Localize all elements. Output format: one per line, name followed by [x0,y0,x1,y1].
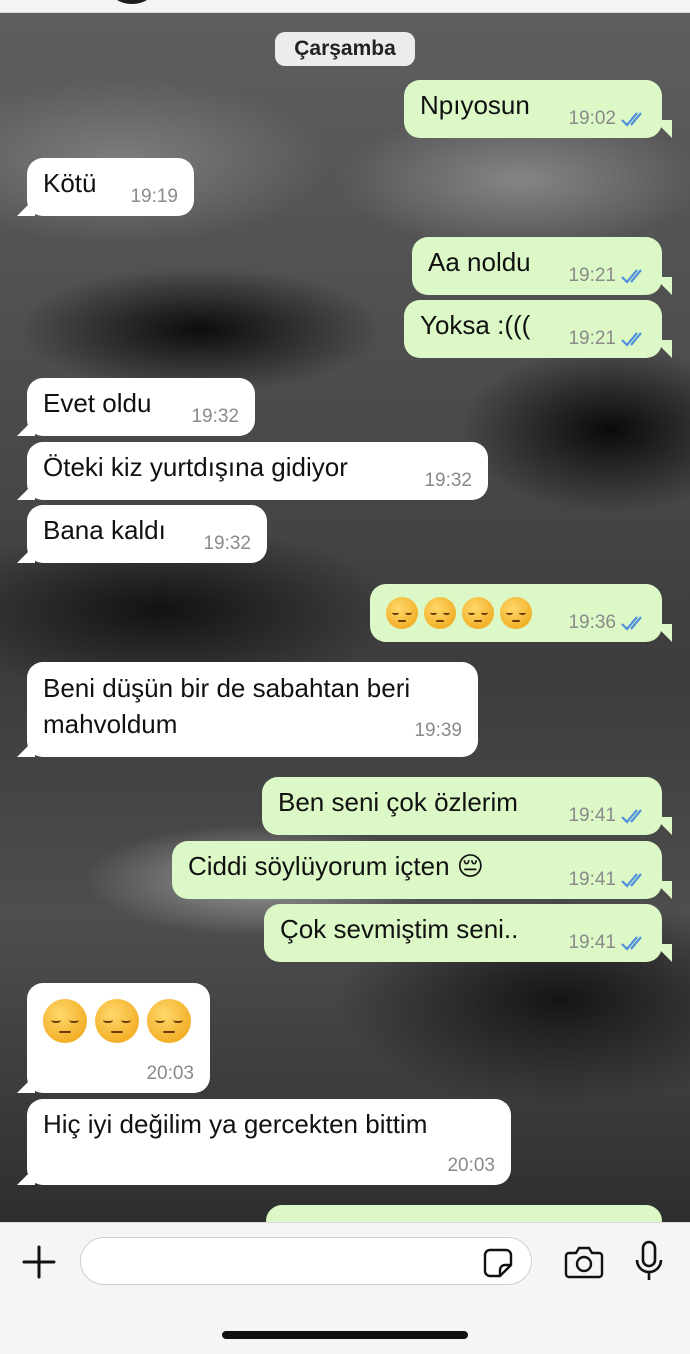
message-time: 19:32 [203,533,251,554]
message-time: 19:32 [191,406,239,427]
pensive-face-emoji [462,597,494,630]
chat-area: Çarşamba Npıyosun 19:02 Kötü 19:19 Aa no… [0,0,690,1222]
message-bubble-incoming[interactable]: Kötü 19:19 [17,158,194,216]
sticker-icon[interactable] [482,1247,514,1279]
plus-icon[interactable] [20,1243,58,1281]
message-bubble-outgoing[interactable]: Yoksa :((( 19:21 [404,300,672,358]
message-bubble-incoming[interactable]: Öteki kiz yurtdışına gidiyor 19:32 [17,442,488,500]
message-time: 19:41 [568,805,616,826]
read-receipt-icon [620,110,648,128]
message-time: 19:21 [568,265,616,286]
message-text: Öteki kiz yurtdışına gidiyor [43,452,348,482]
read-receipt-icon [620,614,648,632]
message-bubble-outgoing-partial[interactable] [266,1205,662,1222]
message-bubble-incoming[interactable]: Evet oldu 19:32 [17,378,255,436]
message-emoji-row [43,999,194,1043]
message-bubble-outgoing[interactable]: Ben seni çok özlerim 19:41 [262,777,672,835]
message-time: 19:21 [568,328,616,349]
message-text-line-2: mahvoldum [43,709,178,739]
message-time: 19:36 [568,612,616,633]
message-time: 19:02 [568,108,616,129]
message-time: 19:39 [414,720,462,741]
read-receipt-icon [620,934,648,952]
microphone-icon[interactable] [632,1239,666,1283]
composer-bar [0,1222,690,1354]
pensive-face-emoji [500,597,532,630]
message-text-line-1: Beni düşün bir de sabahtan beri [43,673,411,703]
top-bar-avatar-edge [110,0,154,4]
read-receipt-icon [620,330,648,348]
message-bubble-outgoing[interactable]: 19:36 [370,584,672,642]
message-time: 19:41 [568,869,616,890]
message-bubble-outgoing[interactable]: Ciddi söylüyorum içten 😔 19:41 [172,841,672,899]
message-bubble-incoming[interactable]: Bana kaldı 19:32 [17,505,267,563]
message-bubble-incoming[interactable]: Beni düşün bir de sabahtan beri mahvoldu… [17,662,478,757]
message-text: Hiç iyi değilim ya gercekten bittim [43,1109,428,1139]
camera-icon[interactable] [563,1243,605,1281]
pensive-face-emoji [147,999,191,1043]
message-time: 19:32 [424,470,472,491]
date-separator: Çarşamba [275,32,415,66]
top-bar [0,0,690,13]
message-bubble-incoming[interactable]: 20:03 [17,983,210,1093]
message-bubble-outgoing[interactable]: Çok sevmiştim seni.. 19:41 [264,904,672,962]
pensive-face-emoji [43,999,87,1043]
message-time: 20:03 [447,1155,495,1176]
message-bubble-outgoing[interactable]: Npıyosun 19:02 [404,80,672,138]
pensive-face-emoji [95,999,139,1043]
home-indicator [222,1331,468,1339]
pensive-face-emoji [386,597,418,630]
read-receipt-icon [620,871,648,889]
pensive-face-emoji [424,597,456,630]
message-time: 20:03 [146,1063,194,1084]
message-bubble-incoming[interactable]: Hiç iyi değilim ya gercekten bittim 20:0… [17,1099,511,1185]
read-receipt-icon [620,807,648,825]
message-bubble-outgoing[interactable]: Aa noldu 19:21 [412,237,672,295]
message-input[interactable] [80,1237,532,1285]
message-time: 19:41 [568,932,616,953]
message-time: 19:19 [130,186,178,207]
read-receipt-icon [620,267,648,285]
